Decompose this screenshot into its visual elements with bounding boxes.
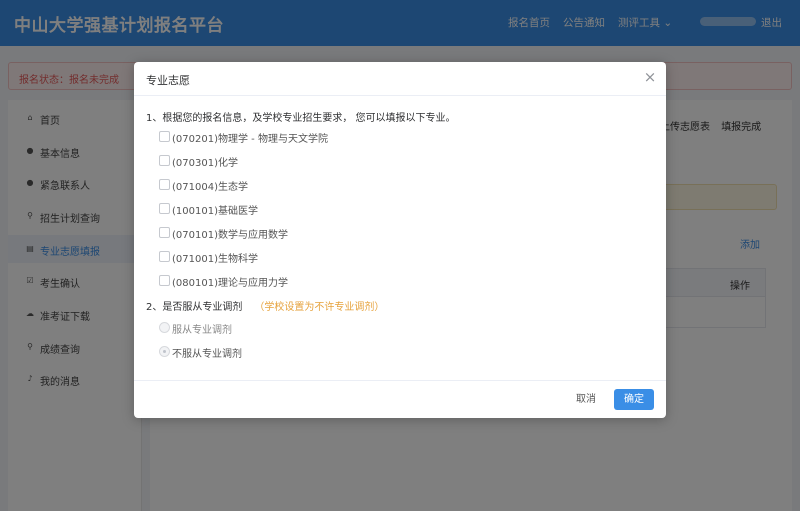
major-option-label: (070301)化学 (172, 158, 238, 169)
major-option-label: (070101)数学与应用数学 (172, 230, 288, 241)
question-1: 1、根据您的报名信息，及学校专业招生要求， 您可以填报以下专业。 (146, 113, 456, 124)
confirm-button[interactable]: 确定 (614, 389, 654, 410)
checkbox[interactable] (159, 227, 170, 238)
radio[interactable] (159, 322, 170, 333)
major-option-label: (080101)理论与应用力学 (172, 278, 288, 289)
adjust-option-label: 服从专业调剂 (172, 325, 232, 336)
question-2-text: 2、是否服从专业调剂 (146, 302, 243, 313)
major-option-label: (070201)物理学 - 物理与天文学院 (172, 134, 328, 145)
adjust-option-label: 不服从专业调剂 (172, 349, 242, 360)
checkbox[interactable] (159, 251, 170, 262)
close-icon[interactable]: × (642, 69, 658, 85)
major-option-label: (071004)生态学 (172, 182, 248, 193)
question-2: 2、是否服从专业调剂 （学校设置为不许专业调剂） (146, 298, 384, 313)
dialog-title: 专业志愿 (146, 74, 190, 87)
radio[interactable] (159, 346, 170, 357)
checkbox[interactable] (159, 179, 170, 190)
major-option-label: (071001)生物科学 (172, 254, 258, 265)
dialog-footer-divider (134, 380, 666, 381)
major-option-label: (100101)基础医学 (172, 206, 258, 217)
checkbox[interactable] (159, 275, 170, 286)
major-preference-dialog: 专业志愿 × 1、根据您的报名信息，及学校专业招生要求， 您可以填报以下专业。 … (134, 62, 666, 418)
question-2-note: （学校设置为不许专业调剂） (254, 302, 385, 313)
dialog-header: 专业志愿 × (134, 62, 666, 96)
checkbox[interactable] (159, 203, 170, 214)
cancel-button[interactable]: 取消 (566, 390, 606, 410)
checkbox[interactable] (159, 131, 170, 142)
checkbox[interactable] (159, 155, 170, 166)
